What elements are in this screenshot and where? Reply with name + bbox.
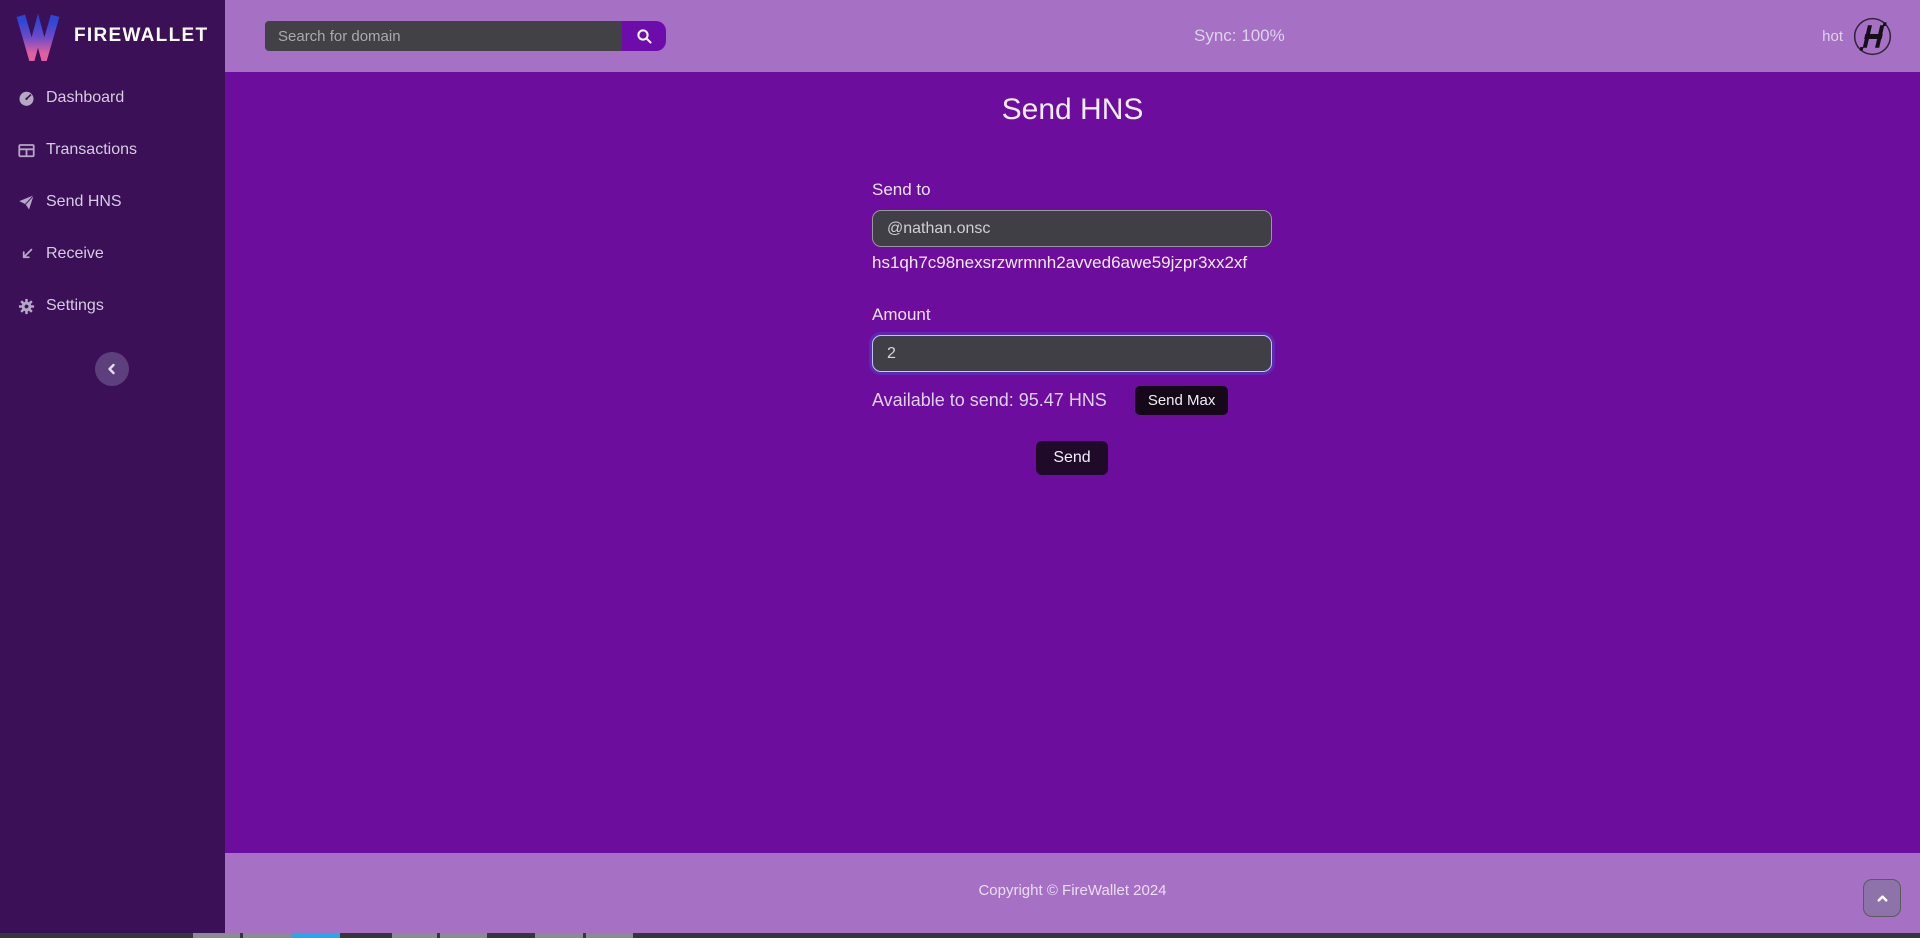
- sidebar-item-label: Receive: [46, 245, 104, 263]
- app-title: FIREWALLET: [74, 25, 208, 47]
- sidebar-item-receive[interactable]: Receive: [0, 228, 225, 280]
- send-row: Send: [872, 441, 1272, 475]
- taskbar-segment[interactable]: [243, 933, 291, 938]
- sidebar-nav: Dashboard Transactions Send HNS Receive …: [0, 72, 225, 332]
- taskbar-segment[interactable]: [392, 933, 437, 938]
- sidebar-item-label: Send HNS: [46, 193, 122, 211]
- taskbar-segment[interactable]: [440, 933, 487, 938]
- send-button[interactable]: Send: [1036, 441, 1107, 475]
- send-form: Send to hs1qh7c98nexsrzwrmnh2avved6awe59…: [872, 180, 1272, 475]
- chevron-left-icon: [104, 361, 120, 377]
- receive-icon: [18, 246, 35, 263]
- sync-status: Sync: 100%: [1194, 0, 1285, 72]
- send-to-label: Send to: [872, 180, 1272, 200]
- scroll-to-top-button[interactable]: [1863, 879, 1901, 917]
- wallet-info[interactable]: hot: [1822, 0, 1893, 72]
- amount-label: Amount: [872, 305, 1272, 325]
- resolved-address: hs1qh7c98nexsrzwrmnh2avved6awe59jzpr3xx2…: [872, 253, 1272, 273]
- search-button[interactable]: [622, 21, 666, 51]
- send-icon: [18, 194, 35, 211]
- handshake-icon: [1852, 16, 1893, 57]
- dashboard-icon: [18, 90, 35, 107]
- chevron-up-icon: [1875, 891, 1890, 906]
- settings-icon: [18, 298, 35, 315]
- wallet-name: hot: [1822, 28, 1843, 45]
- top-bar: Sync: 100% hot: [225, 0, 1920, 72]
- sidebar-item-send-hns[interactable]: Send HNS: [0, 176, 225, 228]
- available-balance: Available to send: 95.47 HNS: [872, 390, 1107, 411]
- page-title: Send HNS: [225, 72, 1920, 127]
- sidebar-item-label: Dashboard: [46, 89, 124, 107]
- search-icon: [636, 28, 653, 45]
- transactions-icon: [18, 142, 35, 159]
- search-input[interactable]: [265, 21, 622, 51]
- send-max-button[interactable]: Send Max: [1135, 386, 1229, 415]
- main-content: Send HNS Send to hs1qh7c98nexsrzwrmnh2av…: [225, 72, 1920, 853]
- taskbar-segment[interactable]: [586, 933, 633, 938]
- logo-row[interactable]: FIREWALLET: [0, 0, 225, 72]
- domain-search: [265, 21, 666, 51]
- amount-input[interactable]: [872, 335, 1272, 372]
- copyright-text: Copyright © FireWallet 2024: [225, 882, 1920, 899]
- sidebar-item-dashboard[interactable]: Dashboard: [0, 72, 225, 124]
- footer: Copyright © FireWallet 2024: [225, 853, 1920, 933]
- sidebar-collapse-button[interactable]: [95, 352, 129, 386]
- available-row: Available to send: 95.47 HNS Send Max: [872, 386, 1272, 415]
- sidebar-item-label: Transactions: [46, 141, 137, 159]
- sidebar-item-transactions[interactable]: Transactions: [0, 124, 225, 176]
- taskbar-segment[interactable]: [193, 933, 240, 938]
- sidebar-item-settings[interactable]: Settings: [0, 280, 225, 332]
- sidebar-item-label: Settings: [46, 297, 104, 315]
- taskbar-segment[interactable]: [535, 933, 583, 938]
- taskbar-segment[interactable]: [291, 933, 340, 938]
- send-to-input[interactable]: [872, 210, 1272, 247]
- taskbar-strip: [0, 933, 1920, 938]
- firewallet-logo-icon: [15, 11, 61, 61]
- sidebar: FIREWALLET Dashboard Transactions Send H…: [0, 0, 225, 933]
